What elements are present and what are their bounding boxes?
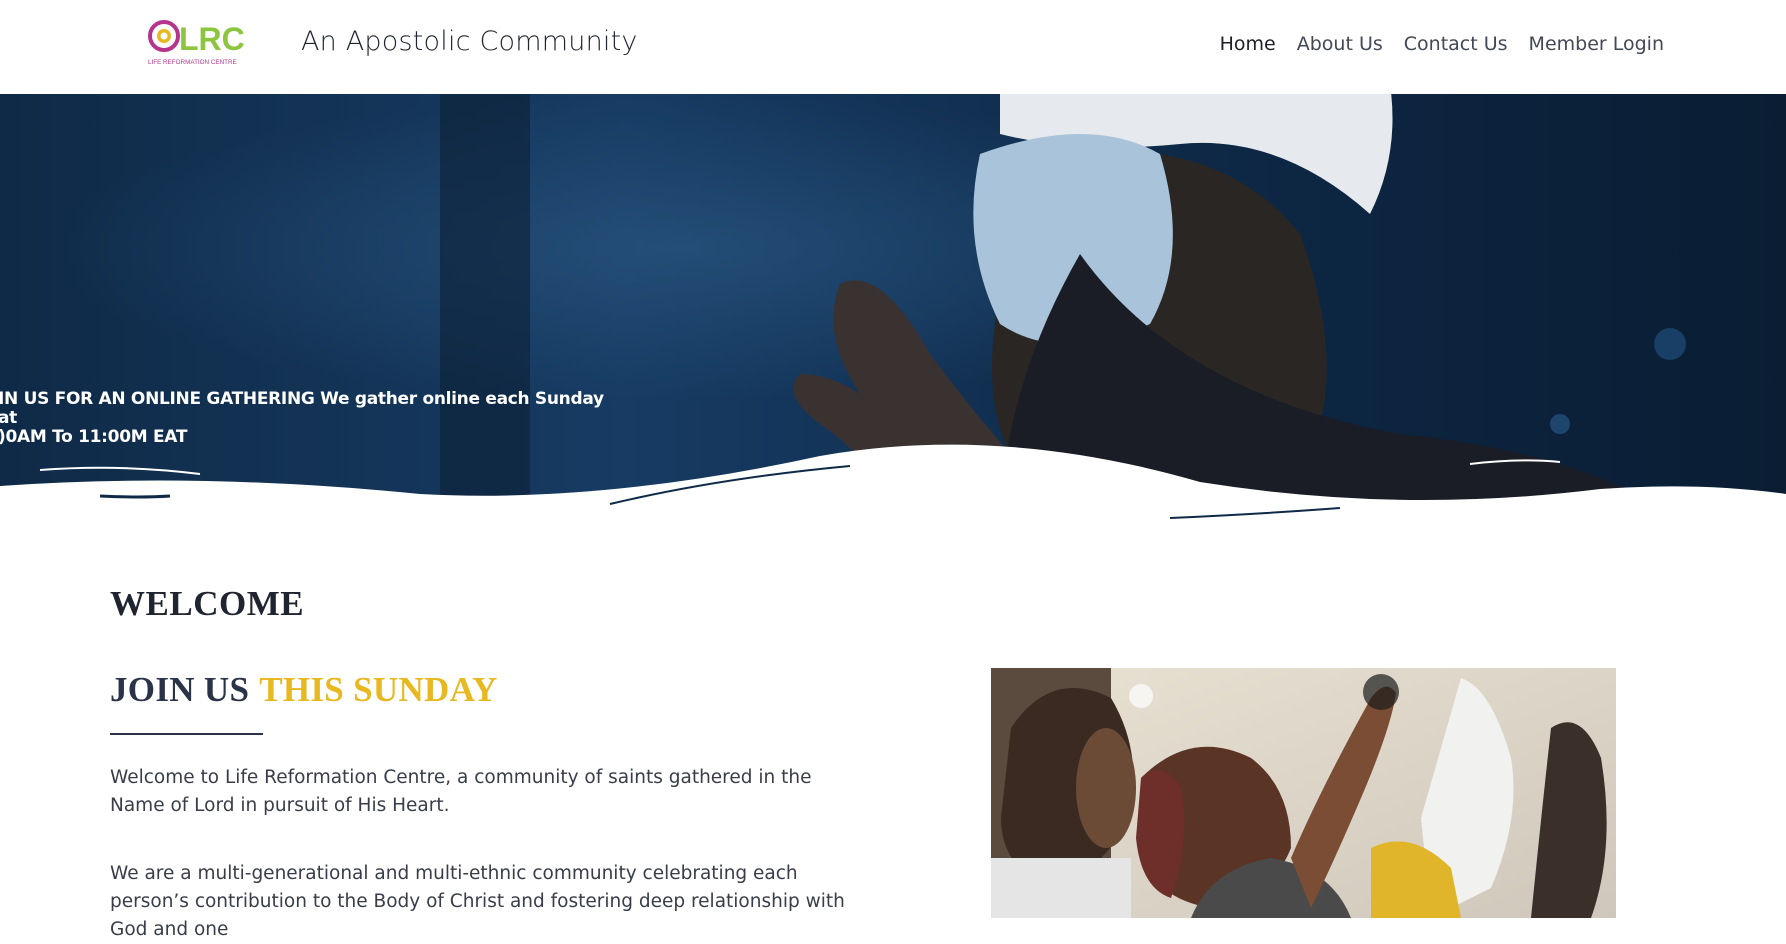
- nav-home[interactable]: Home: [1220, 33, 1276, 55]
- main-nav: Home About Us Contact Us Member Login: [1220, 33, 1664, 55]
- join-heading-part1: JOIN US: [110, 670, 250, 709]
- hero-announcement: IN US FOR AN ONLINE GATHERING We gather …: [0, 390, 608, 447]
- join-heading-part2: THIS SUNDAY: [259, 670, 498, 709]
- site-logo[interactable]: LRC LIFE REFORMATION CENTRE: [146, 18, 258, 68]
- welcome-heading: WELCOME: [110, 584, 305, 623]
- heading-underline: [110, 733, 263, 735]
- hero-line-1: IN US FOR AN ONLINE GATHERING We gather …: [0, 389, 604, 428]
- hero-line-2: )0AM To 11:00M EAT: [0, 427, 188, 447]
- svg-text:LIFE REFORMATION CENTRE: LIFE REFORMATION CENTRE: [148, 59, 237, 66]
- nav-member-login[interactable]: Member Login: [1529, 33, 1664, 55]
- community-paragraph: We are a multi-generational and multi-et…: [110, 863, 845, 940]
- intro-paragraph: Welcome to Life Reformation Centre, a co…: [110, 767, 812, 816]
- worship-photo: [991, 668, 1616, 918]
- site-tagline: An Apostolic Community: [301, 26, 638, 57]
- nav-contact-us[interactable]: Contact Us: [1404, 33, 1508, 55]
- hero-wave-divider: [0, 444, 1786, 534]
- nav-about-us[interactable]: About Us: [1297, 33, 1383, 55]
- svg-text:LRC: LRC: [179, 21, 245, 57]
- join-heading: JOIN US THIS SUNDAY: [110, 670, 498, 710]
- hero-banner: IN US FOR AN ONLINE GATHERING We gather …: [0, 94, 1786, 534]
- site-header: LRC LIFE REFORMATION CENTRE An Apostolic…: [0, 0, 1786, 95]
